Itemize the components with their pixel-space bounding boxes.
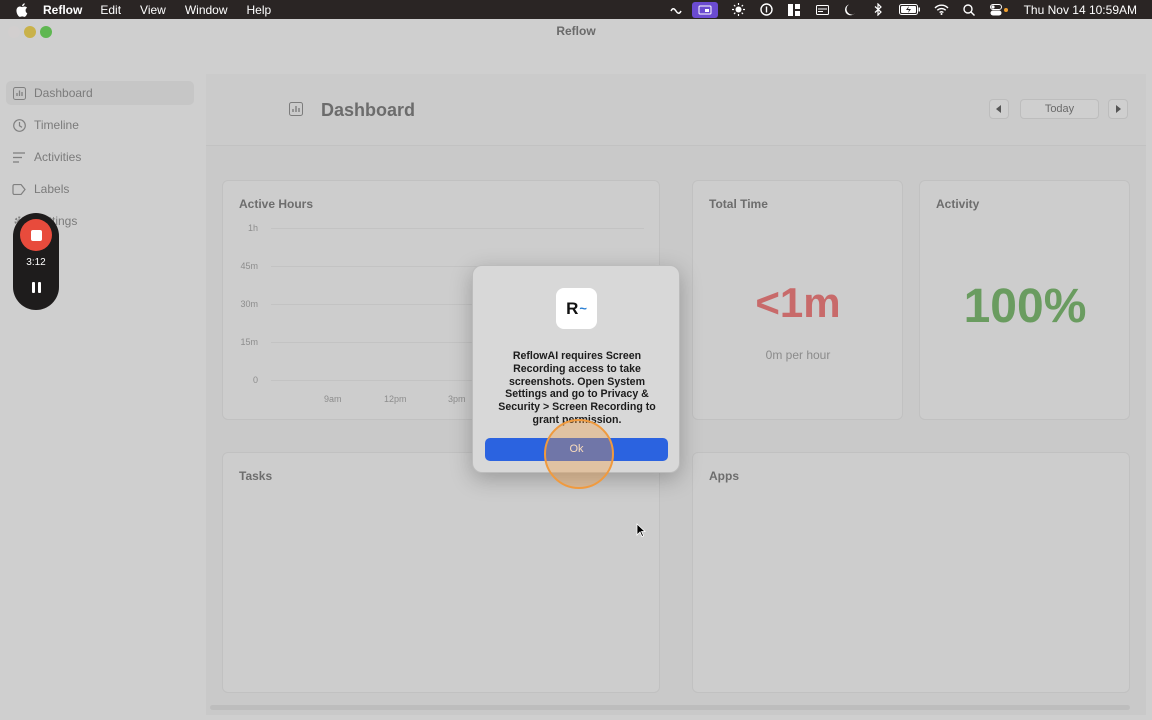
app-icon-letter: R <box>566 298 579 318</box>
window-title: Reflow <box>556 24 596 38</box>
next-day-button[interactable] <box>1108 99 1128 119</box>
menu-bar: Reflow Edit View Window Help Thu Nov 14 … <box>0 0 1152 19</box>
sidebar-item-label: Timeline <box>34 118 79 132</box>
sidebar-item-activities[interactable]: Activities <box>6 145 194 169</box>
chart-icon <box>12 86 26 100</box>
moon-icon[interactable] <box>843 3 858 16</box>
page-title: Dashboard <box>321 100 416 120</box>
dashboard-icon <box>289 102 303 116</box>
today-button[interactable]: Today <box>1020 99 1099 119</box>
stop-recording-button[interactable] <box>20 219 52 251</box>
y-tick-label: 15m <box>240 337 258 347</box>
tasks-card: Tasks <box>222 452 660 693</box>
chevron-left-icon <box>996 105 1001 113</box>
apps-card: Apps <box>692 452 1130 693</box>
sidebar-item-label: Dashboard <box>34 86 93 100</box>
dialog-message: ReflowAI requires Screen Recording acces… <box>498 350 656 426</box>
clock-icon <box>12 118 26 132</box>
sidebar-item-timeline[interactable]: Timeline <box>6 113 194 137</box>
search-icon[interactable] <box>962 3 977 16</box>
total-time-rate: 0m per hour <box>765 348 831 362</box>
menu-edit[interactable]: Edit <box>100 3 121 17</box>
x-tick-label: 12pm <box>384 394 407 404</box>
horizontal-scrollbar[interactable] <box>210 705 1130 710</box>
screen-share-icon[interactable] <box>691 1 718 18</box>
control-center-icon[interactable] <box>989 3 1010 16</box>
app-icon-tilde: ~ <box>579 301 587 316</box>
minimize-window-button[interactable] <box>24 26 36 38</box>
tilde-status-icon[interactable] <box>669 3 684 16</box>
gridline <box>271 228 644 229</box>
menu-window[interactable]: Window <box>185 3 228 17</box>
pause-icon <box>37 282 41 293</box>
tag-icon <box>12 182 26 196</box>
dashboard-header: Dashboard Today <box>206 74 1146 146</box>
y-tick-label: 1h <box>247 223 258 233</box>
sidebar-item-label: Activities <box>34 150 82 164</box>
activity-card: Activity 100% <box>919 180 1130 420</box>
menu-clock[interactable]: Thu Nov 14 10:59AM <box>1024 3 1137 17</box>
sidebar-item-labels[interactable]: Labels <box>6 177 194 201</box>
bluetooth-icon[interactable] <box>871 3 886 16</box>
window-layout-icon[interactable] <box>787 3 802 16</box>
menu-view[interactable]: View <box>140 3 166 17</box>
x-tick-label: 3pm <box>448 394 466 404</box>
screen-recorder-widget: 3:12 <box>13 213 59 310</box>
click-highlight <box>544 419 614 489</box>
reflow-app-icon: R ~ <box>556 288 597 329</box>
card-title: Tasks <box>239 469 273 483</box>
menu-app-name[interactable]: Reflow <box>43 3 82 17</box>
brightness-icon[interactable] <box>731 3 746 16</box>
y-tick-label: 30m <box>240 299 258 309</box>
stop-icon <box>30 229 42 241</box>
y-tick-label: 45m <box>240 261 258 271</box>
battery-icon[interactable] <box>898 3 921 16</box>
sidebar-item-dashboard[interactable]: Dashboard <box>6 81 194 105</box>
wifi-icon[interactable] <box>934 3 949 16</box>
total-time-card: Total Time <1m 0m per hour <box>692 180 903 420</box>
pause-icon <box>31 282 35 293</box>
card-title: Apps <box>709 469 739 483</box>
total-time-value: <1m <box>755 279 841 326</box>
activity-value: 100% <box>963 280 1087 333</box>
zoom-window-button[interactable] <box>40 26 52 38</box>
password-manager-icon[interactable] <box>759 3 774 16</box>
close-window-button[interactable] <box>8 26 20 38</box>
previous-day-button[interactable] <box>989 99 1009 119</box>
card-title: Total Time <box>709 197 768 211</box>
card-title: Activity <box>936 197 980 211</box>
y-tick-label: 0 <box>252 375 258 385</box>
chevron-right-icon <box>1116 105 1121 113</box>
pause-recording-button[interactable] <box>30 282 42 294</box>
mouse-cursor-icon <box>636 523 646 537</box>
sidebar-item-label: Labels <box>34 182 70 196</box>
card-icon[interactable] <box>815 3 830 16</box>
apple-icon[interactable] <box>15 2 29 17</box>
x-tick-label: 9am <box>324 394 342 404</box>
recording-timer: 3:12 <box>26 257 46 268</box>
menu-help[interactable]: Help <box>247 3 272 17</box>
list-icon <box>12 150 26 164</box>
title-bar: Reflow <box>0 19 1152 43</box>
